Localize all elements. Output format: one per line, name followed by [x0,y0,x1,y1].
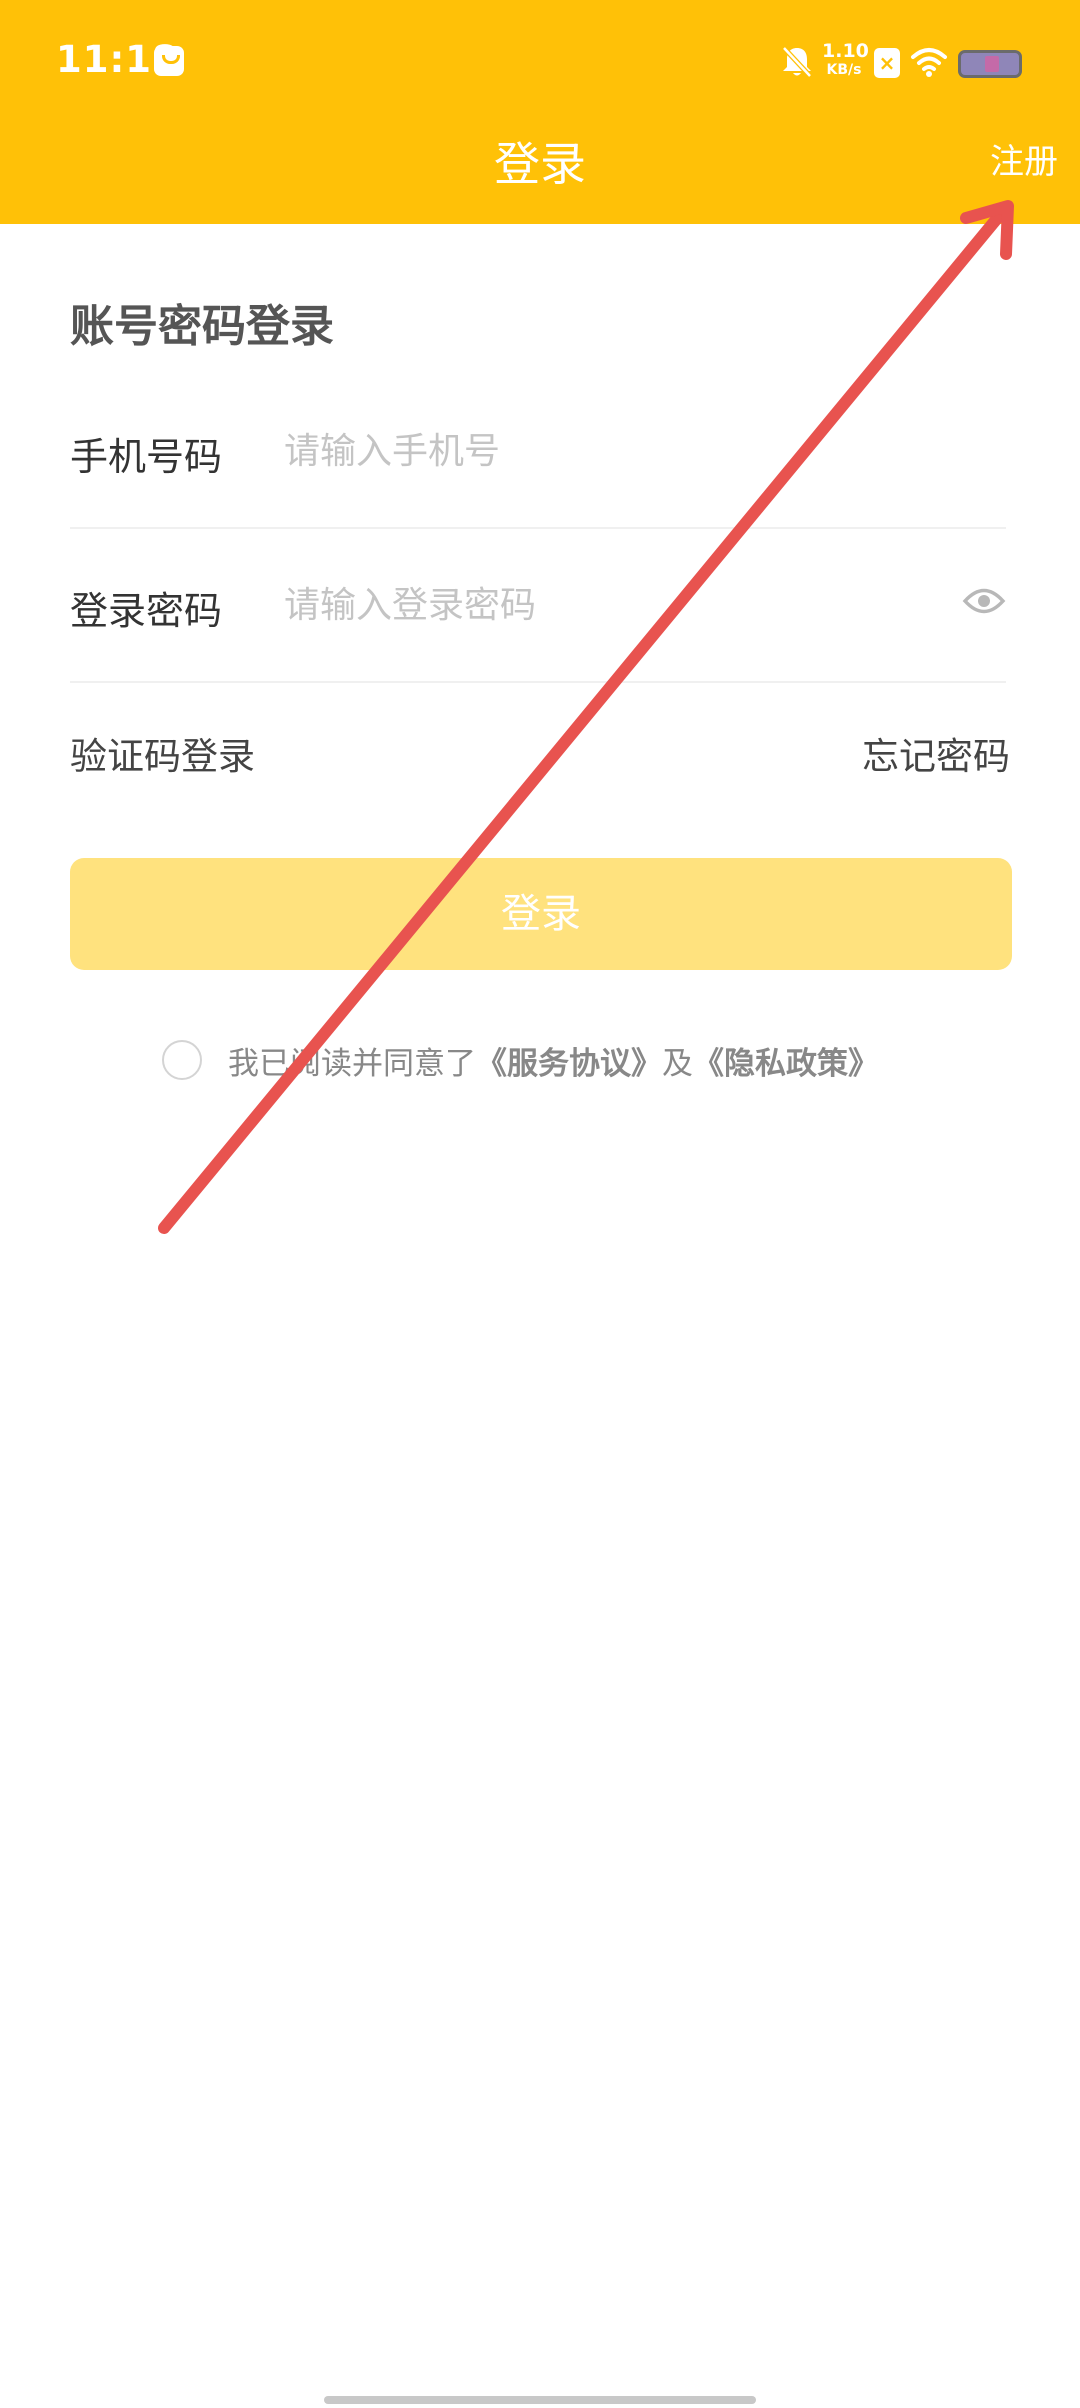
battery-icon [958,50,1022,78]
bell-off-icon [782,46,812,78]
eye-icon[interactable] [962,584,1006,618]
sim-off-icon: × [874,48,900,78]
agreement-row: 我已阅读并同意了 《服务协议》 及 《隐私政策》 [162,1038,879,1082]
privacy-policy-link[interactable]: 《隐私政策》 [693,1038,879,1083]
status-bar: 11:18 1.10 KB/s × [0,0,1080,128]
app-header: 11:18 1.10 KB/s × 登录 注册 [0,0,1080,224]
network-speed: 1.10 KB/s [822,40,869,78]
password-row: 登录密码 [70,530,1006,683]
network-speed-unit: KB/s [826,62,862,78]
service-agreement-link[interactable]: 《服务协议》 [476,1038,662,1083]
network-speed-value: 1.10 [822,40,869,62]
password-input[interactable] [284,570,964,640]
home-indicator[interactable] [324,2396,756,2404]
page-title: 登录 [494,137,586,191]
wifi-icon [911,48,947,77]
login-button[interactable]: 登录 [70,858,1012,970]
password-label: 登录密码 [70,589,223,633]
register-link[interactable]: 注册 [990,132,1058,192]
agreement-conjunction: 及 [662,1045,693,1082]
notification-app-icon [154,46,184,76]
forgot-password-link[interactable]: 忘记密码 [862,726,1010,780]
agreement-prefix: 我已阅读并同意了 [228,1045,476,1082]
sms-login-link[interactable]: 验证码登录 [70,726,255,780]
phone-row: 手机号码 [70,376,1006,529]
phone-label: 手机号码 [70,435,223,479]
annotation-arrow [158,200,1014,1234]
phone-input[interactable] [284,416,964,486]
login-method-title: 账号密码登录 [70,301,334,352]
agreement-checkbox[interactable] [162,1040,202,1080]
